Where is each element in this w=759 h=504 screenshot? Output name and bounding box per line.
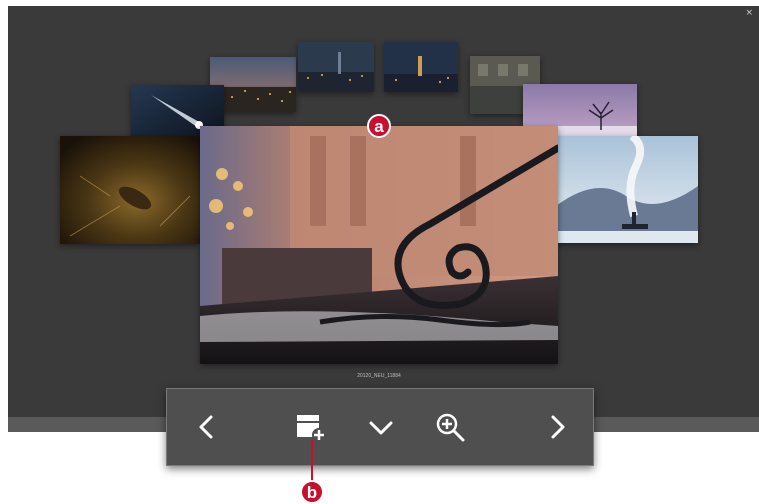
add-to-collection-button[interactable]: [295, 411, 327, 443]
callout-badge-b: b: [300, 480, 324, 504]
add-to-collection-icon: [297, 415, 326, 442]
photo-city-night-2[interactable]: [298, 42, 374, 92]
callout-leader-line: [311, 440, 313, 482]
chevron-left-icon: [199, 415, 213, 439]
photo-filename: 20120_NEU_11884: [357, 373, 401, 379]
photo-city-night-3[interactable]: [384, 42, 458, 92]
slideshow-toolbar: [166, 388, 594, 466]
previous-button[interactable]: [191, 411, 223, 443]
next-button[interactable]: [541, 411, 573, 443]
chevron-right-icon: [551, 415, 565, 439]
zoom-in-button[interactable]: [434, 411, 466, 443]
zoom-in-icon: [436, 413, 465, 442]
close-icon[interactable]: ×: [745, 8, 753, 18]
chevron-down-icon: [369, 421, 393, 435]
photo-pine-cone[interactable]: [60, 136, 200, 244]
photo-iron-railing[interactable]: [200, 126, 558, 364]
callout-badge-a: a: [367, 114, 391, 138]
expand-button[interactable]: [365, 411, 397, 443]
photo-steam-ship[interactable]: [556, 136, 698, 243]
